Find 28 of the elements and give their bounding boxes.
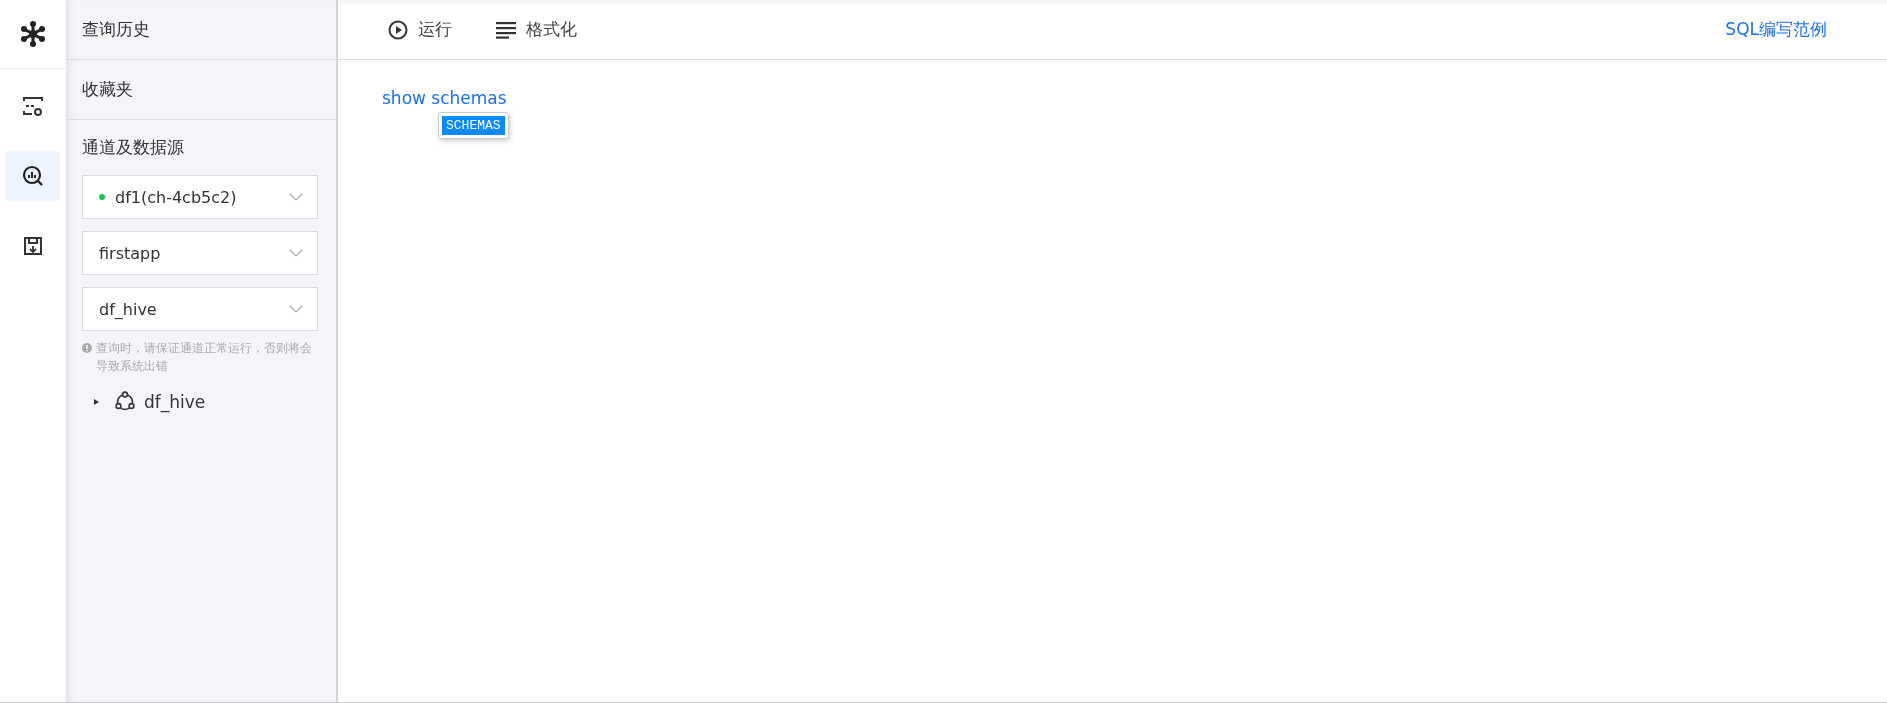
align-left-icon [496, 20, 516, 39]
format-button[interactable]: 格式化 [496, 14, 577, 45]
run-button[interactable]: 运行 [388, 14, 452, 45]
section-title: 通道及数据源 [82, 136, 185, 159]
hint-text: 查询时，请保证通道正常运行，否则将会导致系统出错 [96, 340, 313, 375]
code-line: show schemas [382, 88, 508, 108]
select-value: df_hive [99, 299, 158, 319]
sql-examples-link[interactable]: SQL编写范例 [1725, 18, 1827, 41]
nav-button[interactable] [6, 151, 60, 201]
select-value: firstapp [99, 243, 162, 263]
database-icon [114, 391, 136, 413]
logo-icon [19, 20, 47, 48]
select-field[interactable]: df_hive [82, 287, 318, 331]
sidebar-item[interactable]: 查询历史 [66, 0, 336, 60]
play-icon [388, 19, 408, 40]
table-settings-icon [22, 95, 44, 117]
search-chart-icon [22, 165, 44, 187]
save-icon [22, 235, 44, 257]
chevron-down-icon [289, 193, 303, 201]
sidebar-item[interactable]: 收藏夹 [66, 60, 336, 120]
select-value: df1(ch-4cb5c2) [115, 187, 238, 207]
expand-arrow-icon[interactable] [92, 398, 100, 406]
select-field[interactable]: df1(ch-4cb5c2) [82, 175, 318, 219]
chevron-down-icon [289, 305, 303, 313]
select-field[interactable]: firstapp [82, 231, 318, 275]
chevron-down-icon [289, 249, 303, 257]
info-icon [82, 343, 92, 353]
tree-item[interactable]: df_hive [144, 392, 206, 412]
